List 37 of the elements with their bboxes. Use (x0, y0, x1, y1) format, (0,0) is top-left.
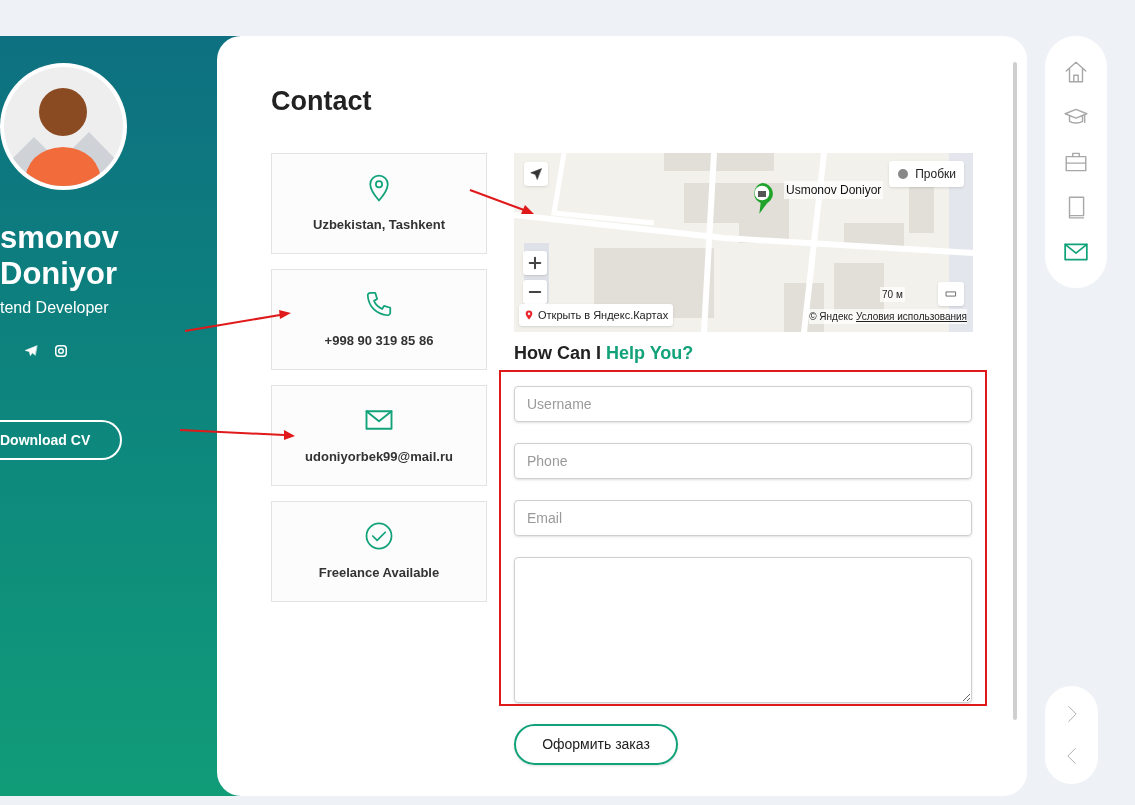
map-scale: 70 м (880, 287, 905, 302)
form-title: How Can I (514, 342, 601, 364)
info-text: udoniyorbek99@mail.ru (305, 447, 453, 466)
locate-button[interactable] (524, 162, 548, 186)
navigation-arrow-icon (529, 167, 543, 181)
info-text: Freelance Available (318, 563, 440, 582)
zoom-in-button[interactable] (523, 251, 547, 275)
home-icon[interactable] (1063, 59, 1089, 85)
profile-name: smonov (0, 220, 120, 256)
location-pin-icon (524, 308, 534, 322)
traffic-button[interactable]: Пробки (889, 161, 964, 187)
annotation-arrow (469, 189, 534, 214)
map-copyright: © Яндекс (809, 310, 853, 324)
marker-label: Usmonov Doniyor (784, 181, 884, 199)
input-field[interactable]: Username (514, 386, 972, 422)
traffic-icon (897, 168, 910, 180)
instagram-icon[interactable] (54, 344, 68, 358)
message-field[interactable] (514, 557, 972, 703)
open-in-maps-button[interactable]: Открыть в Яндекс.Картах (519, 304, 674, 326)
profile-name: Doniyor (0, 256, 119, 292)
telegram-icon[interactable] (24, 344, 38, 358)
info-text: Uzbekistan, Tashkent (313, 215, 445, 234)
terms-link[interactable]: Условия использования (856, 309, 967, 324)
info-text: +998 90 319 85 86 (324, 331, 434, 350)
download-cv-button[interactable]: Download CV (0, 420, 122, 460)
plus-icon (528, 256, 542, 270)
scrollbar[interactable] (1013, 62, 1017, 720)
zoom-out-button[interactable] (523, 280, 547, 304)
section-title: Contact (271, 86, 373, 116)
ruler-button[interactable] (938, 282, 964, 306)
input-field[interactable]: Email (514, 500, 972, 536)
input-field[interactable]: Phone (514, 443, 972, 479)
submit-button[interactable]: Оформить заказ (514, 724, 678, 765)
form-title-accent: Help You? (606, 342, 694, 364)
profile-role: tend Developer (0, 298, 110, 318)
ruler-icon (943, 289, 959, 299)
check-circle-icon (364, 520, 394, 551)
